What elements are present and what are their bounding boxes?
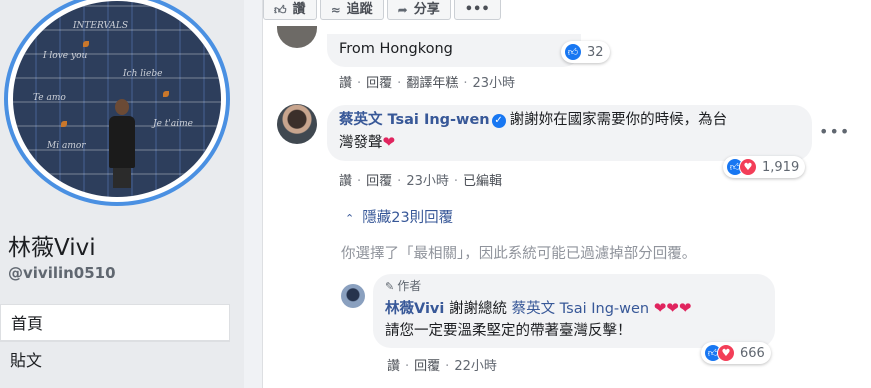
edited-label[interactable]: 已編輯: [463, 174, 502, 189]
avatar-photo: INTERVALS I love you Ich liebe Te amo Je…: [13, 1, 221, 197]
like-page-label: 讚: [292, 2, 306, 17]
more-options-button[interactable]: •••: [453, 0, 501, 20]
reaction-count: 666: [740, 345, 765, 361]
comment-reactions[interactable]: 👍︎ 32: [561, 41, 610, 63]
reply-text: 謝謝總統: [448, 301, 507, 317]
verified-icon: ✓: [491, 114, 506, 128]
replier-avatar[interactable]: [341, 284, 365, 308]
reply-actions: 讚 · 回覆 · 22小時: [387, 359, 497, 374]
filter-notice: 你選擇了「最相關」，因此系統可能已過濾掉部分回覆。: [341, 246, 697, 262]
love-reaction-icon: ♥: [717, 344, 735, 362]
person-figure: [105, 99, 139, 189]
author-badge-label: 作者: [397, 279, 422, 293]
profile-nav: 首頁 貼文: [0, 304, 230, 378]
photo-writing: Je t'aime: [153, 119, 193, 129]
comment-text: 謝謝妳在國家需要你的時候，為台: [509, 112, 728, 128]
comment-time[interactable]: 23小時: [472, 76, 515, 91]
share-label: 分享: [413, 2, 440, 17]
profile-name[interactable]: 林薇Vivi: [8, 228, 96, 262]
reaction-count: 1,919: [762, 159, 800, 175]
translate-link[interactable]: 翻譯年糕: [406, 76, 458, 91]
comment-time[interactable]: 23小時: [406, 174, 449, 189]
nav-item-home[interactable]: 首頁: [0, 304, 230, 341]
leaf-decoration: [163, 91, 169, 97]
pencil-icon: ✎: [385, 280, 395, 293]
leaf-decoration: [83, 41, 89, 47]
share-button[interactable]: ➦ 分享: [386, 0, 451, 20]
comment-feed: 👍︎ 讚 ≈ 追蹤 ➦ 分享 ••• From Hongkong 👍︎ 32 讚…: [262, 0, 871, 388]
reply-bubble: ✎ 作者 林薇Vivi 謝謝總統 蔡英文 Tsai Ing-wen ❤❤❤ 請您一…: [373, 274, 775, 348]
photo-writing: Mi amor: [47, 141, 86, 151]
comment-text: From Hongkong: [339, 41, 453, 57]
like-link[interactable]: 讚: [387, 359, 400, 374]
photo-writing: Te amo: [33, 93, 66, 103]
follow-label: 追蹤: [346, 2, 373, 17]
page-action-bar: 👍︎ 讚 ≈ 追蹤 ➦ 分享 •••: [263, 0, 504, 20]
like-link[interactable]: 讚: [339, 174, 352, 189]
profile-handle[interactable]: @vivilin0510: [8, 264, 116, 282]
reply-text: 請您一定要溫柔堅定的帶著臺灣反擊！: [385, 323, 632, 339]
comment-bubble: From Hongkong: [327, 34, 581, 67]
comment-reactions[interactable]: 👍︎ ♥ 1,919: [723, 156, 806, 178]
reply-link[interactable]: 回覆: [366, 174, 392, 189]
person-head: [115, 99, 129, 115]
person-body: [109, 116, 135, 168]
leaf-decoration: [61, 121, 67, 127]
comment-text: 灣發聲: [339, 135, 383, 151]
heart-icon: ❤: [382, 133, 396, 151]
comment-actions: 讚 · 回覆 · 23小時 · 已編輯: [339, 174, 503, 189]
commenter-avatar[interactable]: [277, 26, 317, 48]
hide-replies-label: 隱藏23則回覆: [362, 210, 454, 226]
chevron-up-icon: ⌃: [345, 212, 355, 225]
reply-link[interactable]: 回覆: [414, 359, 440, 374]
like-link[interactable]: 讚: [339, 76, 352, 91]
person-legs: [113, 168, 131, 188]
heart-icon: ❤❤❤: [653, 299, 692, 317]
reply-link[interactable]: 回覆: [366, 76, 392, 91]
hide-replies-link[interactable]: ⌃ 隱藏23則回覆: [345, 206, 453, 227]
comment-author[interactable]: 蔡英文 Tsai Ing-wen: [339, 112, 490, 128]
rss-icon: ≈: [330, 3, 341, 17]
comment-bubble: 蔡英文 Tsai Ing-wen ✓ 謝謝妳在國家需要你的時候，為台 灣發聲❤: [327, 105, 812, 161]
profile-avatar[interactable]: INTERVALS I love you Ich liebe Te amo Je…: [4, 0, 230, 206]
mention-link[interactable]: 蔡英文 Tsai Ing-wen: [512, 301, 650, 317]
profile-sidebar: INTERVALS I love you Ich liebe Te amo Je…: [0, 0, 244, 388]
photo-writing: I love you: [43, 51, 88, 61]
like-page-button[interactable]: 👍︎ 讚: [263, 0, 317, 20]
like-reaction-icon: 👍︎: [564, 43, 582, 61]
nav-item-posts[interactable]: 貼文: [0, 341, 230, 378]
reply-time[interactable]: 22小時: [454, 359, 497, 374]
more-icon: •••: [464, 2, 490, 17]
thumbs-up-icon: 👍︎: [274, 3, 287, 17]
reaction-count: 32: [587, 44, 604, 60]
follow-button[interactable]: ≈ 追蹤: [319, 0, 384, 20]
more-icon[interactable]: •••: [819, 122, 850, 141]
author-badge: ✎ 作者: [385, 278, 763, 295]
commenter-avatar[interactable]: [277, 104, 317, 144]
photo-writing: Ich liebe: [123, 69, 163, 79]
reply-author[interactable]: 林薇Vivi: [385, 301, 444, 317]
reply-reactions[interactable]: 👍︎ ♥ 666: [701, 342, 771, 364]
love-reaction-icon: ♥: [739, 158, 757, 176]
photo-writing: INTERVALS: [73, 21, 128, 31]
comment-actions: 讚 · 回覆 · 翻譯年糕 · 23小時: [339, 76, 516, 91]
avatar-frame: INTERVALS I love you Ich liebe Te amo Je…: [8, 0, 226, 202]
share-arrow-icon: ➦: [397, 3, 408, 17]
